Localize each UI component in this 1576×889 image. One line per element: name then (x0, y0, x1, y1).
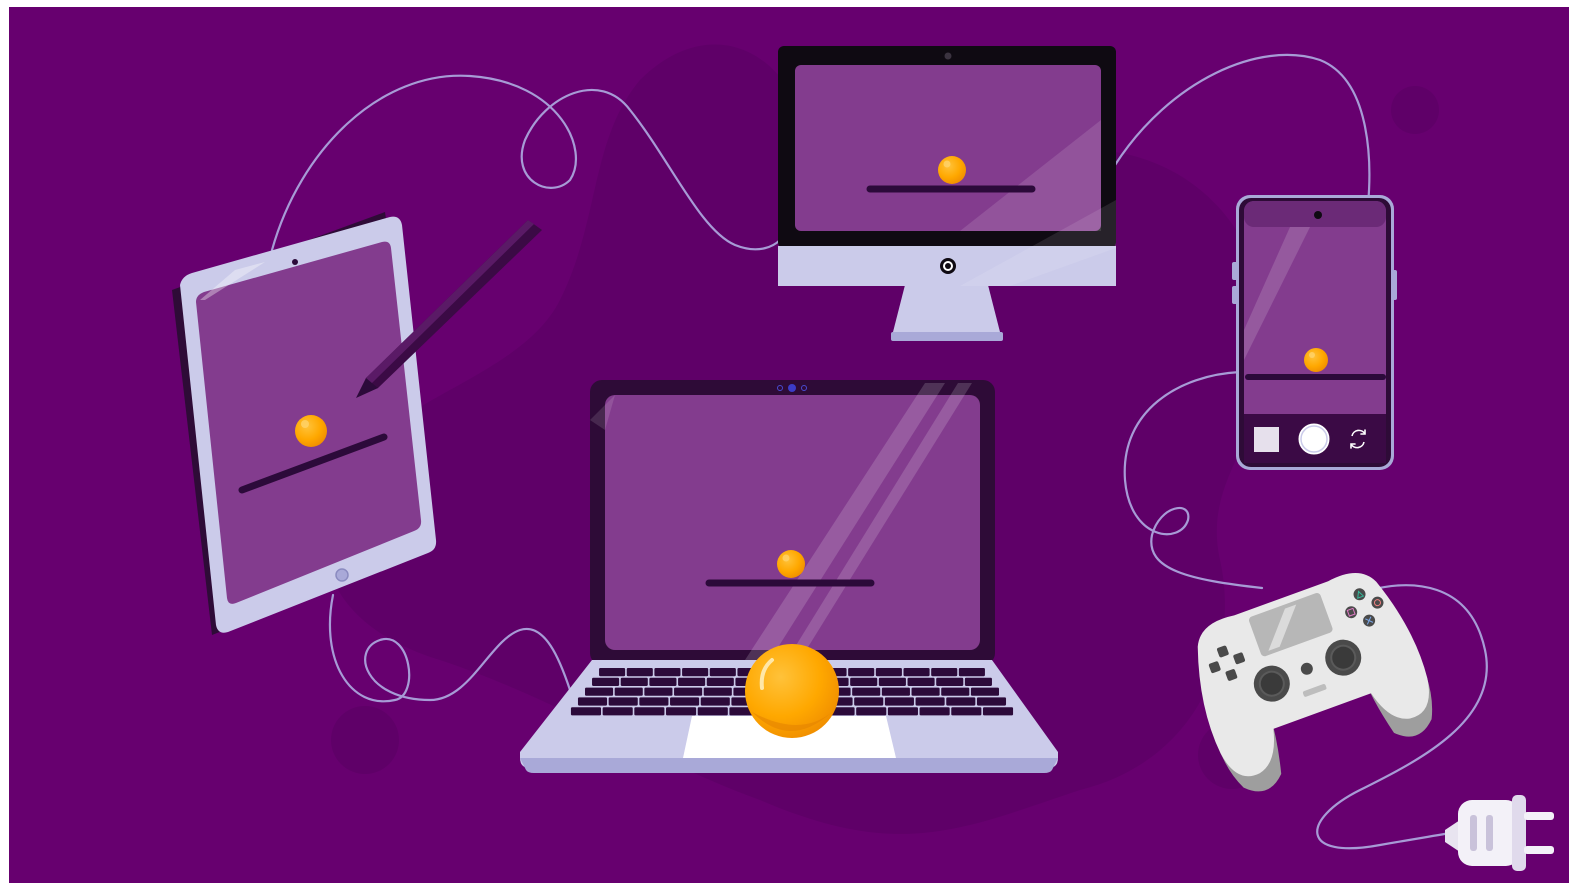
keyboard-key[interactable] (911, 687, 940, 696)
keyboard-key[interactable] (887, 707, 918, 716)
keyboard-key[interactable] (649, 677, 677, 686)
keyboard-key[interactable] (884, 697, 914, 706)
keyboard-key[interactable] (951, 707, 982, 716)
phone-camera (1314, 211, 1322, 219)
keyboard-key[interactable] (585, 687, 614, 696)
keyboard-key[interactable] (970, 687, 999, 696)
tablet-camera (292, 259, 298, 265)
keyboard-key[interactable] (875, 668, 902, 677)
smartphone (1232, 195, 1397, 470)
keyboard-key[interactable] (620, 677, 648, 686)
keyboard-key[interactable] (907, 677, 935, 686)
pong-ball (777, 550, 805, 578)
plug-prong (1524, 812, 1554, 820)
keyboard-key[interactable] (700, 697, 730, 706)
keyboard-key[interactable] (848, 668, 875, 677)
keyboard-key[interactable] (850, 677, 878, 686)
laptop-webcam (788, 384, 796, 392)
keyboard-key[interactable] (709, 668, 736, 677)
pong-ball (295, 415, 327, 447)
keyboard-key[interactable] (639, 697, 669, 706)
keyboard-key[interactable] (946, 697, 976, 706)
background-dot (1391, 86, 1439, 134)
gallery-thumbnail[interactable] (1254, 427, 1279, 452)
pong-ball (1304, 348, 1328, 372)
keyboard-key[interactable] (599, 668, 626, 677)
plug-prong (1524, 846, 1554, 854)
multi-device-pong-illustration (0, 0, 1576, 889)
keyboard-key[interactable] (592, 677, 620, 686)
keyboard-key[interactable] (915, 697, 945, 706)
keyboard-key[interactable] (941, 687, 970, 696)
keyboard-key[interactable] (903, 668, 930, 677)
keyboard-key[interactable] (674, 687, 703, 696)
keyboard-key[interactable] (982, 707, 1014, 716)
keyboard-key[interactable] (678, 677, 706, 686)
keyboard-key[interactable] (703, 687, 732, 696)
keyboard-key[interactable] (608, 697, 638, 706)
keyboard-key[interactable] (976, 697, 1007, 706)
keyboard-key[interactable] (852, 687, 881, 696)
keyboard-key[interactable] (577, 697, 608, 706)
monitor-stand-base (891, 332, 1003, 341)
ball-highlight (301, 420, 309, 428)
keyboard-key[interactable] (644, 687, 673, 696)
monitor-stand (893, 285, 1000, 332)
monitor-camera (944, 52, 952, 60)
keyboard-key[interactable] (670, 697, 700, 706)
keyboard-key[interactable] (614, 687, 643, 696)
background-dot (331, 706, 399, 774)
keyboard-key[interactable] (697, 707, 728, 716)
keyboard-key[interactable] (854, 697, 884, 706)
keyboard-key[interactable] (634, 707, 665, 716)
keyboard-key[interactable] (626, 668, 653, 677)
keyboard-key[interactable] (878, 677, 906, 686)
keyboard-key[interactable] (958, 668, 985, 677)
keyboard-key[interactable] (919, 707, 950, 716)
keyboard-key[interactable] (666, 707, 697, 716)
tablet-home-button (335, 568, 349, 582)
keyboard-key[interactable] (931, 668, 958, 677)
keyboard-key[interactable] (936, 677, 964, 686)
keyboard-key[interactable] (570, 707, 602, 716)
keyboard-key[interactable] (602, 707, 633, 716)
keyboard-key[interactable] (706, 677, 734, 686)
pong-ball (938, 156, 966, 184)
pong-ball-large (745, 644, 839, 738)
keyboard-key[interactable] (881, 687, 910, 696)
keyboard-key[interactable] (654, 668, 681, 677)
keyboard-key[interactable] (964, 677, 992, 686)
keyboard-key[interactable] (682, 668, 709, 677)
keyboard-key[interactable] (856, 707, 887, 716)
